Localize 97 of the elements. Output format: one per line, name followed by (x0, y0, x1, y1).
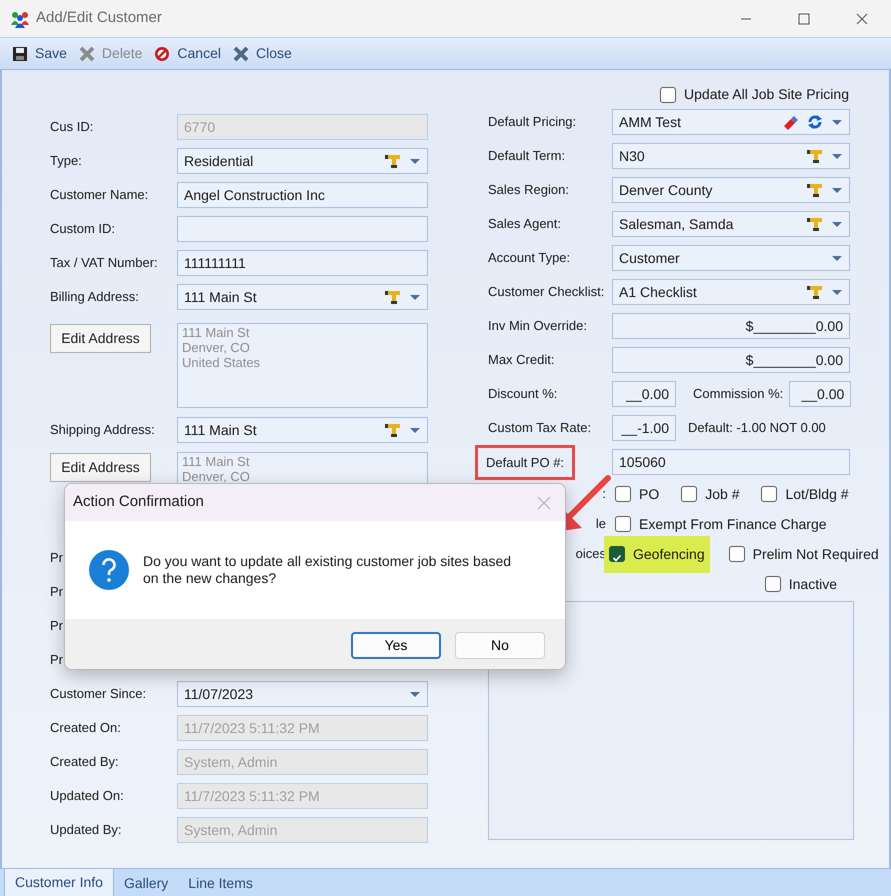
checkbox[interactable]: Exempt From Finance Charge (612, 514, 830, 534)
x-icon (78, 46, 95, 62)
input-field[interactable]: 105060 (612, 449, 850, 475)
dropdown-field[interactable]: Denver County (612, 177, 850, 203)
input-field[interactable]: __0.00 (789, 381, 852, 407)
hint-text: Default: -1.00 NOT 0.00 (688, 419, 826, 438)
field-label: Billing Address: (50, 289, 139, 304)
people-icon (10, 10, 30, 28)
dropdown-caret-icon[interactable] (831, 186, 843, 194)
field-label: Custom Tax Rate: (488, 420, 592, 436)
edit-address-button[interactable]: Edit Address (50, 453, 151, 482)
field-label: Default Pricing: (488, 114, 576, 130)
field-label: Updated On: (50, 788, 124, 804)
checkbox[interactable]: Lot/Bldg # (758, 484, 852, 504)
dialog-title: Action Confirmation (73, 492, 204, 512)
checkbox[interactable]: Update All Job Site Pricing (657, 84, 852, 105)
field-label: Sales Region: (488, 182, 569, 198)
field-label: Customer Name: (50, 187, 148, 202)
drill-icon (384, 422, 401, 438)
checkbox[interactable]: PO (612, 484, 662, 504)
x-icon (232, 46, 249, 62)
drill-icon (384, 289, 401, 305)
no-entry-icon (154, 46, 170, 62)
field-label: Customer Checklist: (488, 284, 604, 300)
field-label: Sales Agent: (488, 216, 561, 232)
toolbar-button[interactable]: Cancel (148, 40, 227, 68)
dropdown-field[interactable]: N30 (612, 143, 850, 169)
field-label: Commission %: (693, 385, 784, 404)
input-field[interactable]: __0.00 (612, 381, 676, 407)
field-label: Created By: (50, 754, 119, 770)
dropdown-caret-icon[interactable] (409, 426, 421, 434)
field-label: Customer Since: (50, 686, 146, 702)
dialog-button[interactable]: No (455, 632, 545, 658)
dropdown-field[interactable]: A1 Checklist (612, 279, 850, 305)
drill-icon (384, 153, 401, 169)
dropdown-field[interactable]: Residential (177, 148, 428, 174)
dropdown-field[interactable]: Customer (612, 245, 850, 271)
field-label: Pr (50, 584, 63, 600)
tab[interactable]: Customer Info (4, 869, 114, 896)
edit-address-button[interactable]: Edit Address (50, 324, 151, 353)
field-label: Pr (50, 618, 63, 634)
field-label: Discount %: (488, 386, 558, 402)
drill-icon (806, 216, 823, 232)
field-label: Custom ID: (50, 221, 116, 236)
dropdown-caret-icon[interactable] (409, 690, 421, 698)
question-icon (89, 550, 129, 590)
dropdown-field[interactable]: 111 Main St (177, 284, 428, 310)
field-label: Updated By: (50, 822, 122, 838)
field-label: Default Term: (488, 148, 566, 164)
field-label: Created On: (50, 720, 121, 736)
tab[interactable]: Gallery (114, 869, 178, 896)
field-label: Account Type: (488, 250, 570, 266)
dropdown-caret-icon[interactable] (831, 288, 843, 296)
field-label: : (602, 486, 606, 502)
input-field[interactable]: $________0.00 (612, 347, 850, 373)
field-label: Shipping Address: (50, 422, 155, 438)
dropdown-caret-icon[interactable] (409, 156, 421, 166)
field-label: le (596, 516, 606, 532)
dropdown-caret-icon[interactable] (831, 220, 843, 228)
refresh-icon (807, 114, 823, 130)
field-label: Max Credit: (488, 352, 554, 368)
input-field[interactable]: 111111111 (177, 250, 428, 276)
field-label: Pr (50, 550, 63, 566)
input-field[interactable]: __-1.00 (612, 415, 676, 441)
checkbox[interactable]: Geofencing (604, 536, 710, 572)
field-label: Type: (50, 153, 82, 168)
dropdown-caret-icon[interactable] (831, 152, 843, 160)
window-title: Add/Edit Customer (36, 8, 162, 28)
dropdown-caret-icon[interactable] (831, 254, 843, 262)
dropdown-field[interactable]: 111 Main St (177, 417, 428, 443)
drill-icon (806, 284, 823, 300)
drill-icon (806, 148, 823, 164)
field-label: Inv Min Override: (488, 318, 587, 334)
field-label: Default PO #: (475, 444, 576, 480)
maximize-icon[interactable] (798, 12, 810, 24)
toolbar-button[interactable]: Save (6, 40, 73, 68)
field-label: Pr (50, 652, 63, 668)
field-label: Tax / VAT Number: (50, 255, 158, 270)
input-field[interactable] (177, 216, 428, 242)
drill-icon (806, 182, 823, 198)
dropdown-field[interactable]: 11/07/2023 (177, 681, 428, 707)
input-field[interactable]: Angel Construction Inc (177, 182, 428, 208)
checkbox[interactable]: Prelim Not Required (726, 544, 882, 564)
dialog-message: Do you want to update all existing customer job sites based on the new changes? (143, 553, 512, 587)
dropdown-field[interactable]: AMM Test (612, 109, 850, 135)
dropdown-caret-icon[interactable] (409, 292, 421, 302)
address-box: 111 Main St Denver, CO United States (177, 323, 428, 408)
dialog-button[interactable]: Yes (351, 632, 441, 658)
checkbox[interactable]: Inactive (762, 574, 840, 594)
close-icon[interactable] (856, 12, 868, 24)
input-field[interactable]: $________0.00 (612, 313, 850, 339)
field-label: Cus ID: (50, 119, 94, 134)
checkbox[interactable]: Job # (678, 484, 742, 504)
tab[interactable]: Line Items (178, 869, 263, 896)
dropdown-field[interactable]: Salesman, Samda (612, 211, 850, 237)
dropdown-caret-icon[interactable] (831, 118, 843, 126)
toolbar-button[interactable]: Close (226, 40, 298, 68)
